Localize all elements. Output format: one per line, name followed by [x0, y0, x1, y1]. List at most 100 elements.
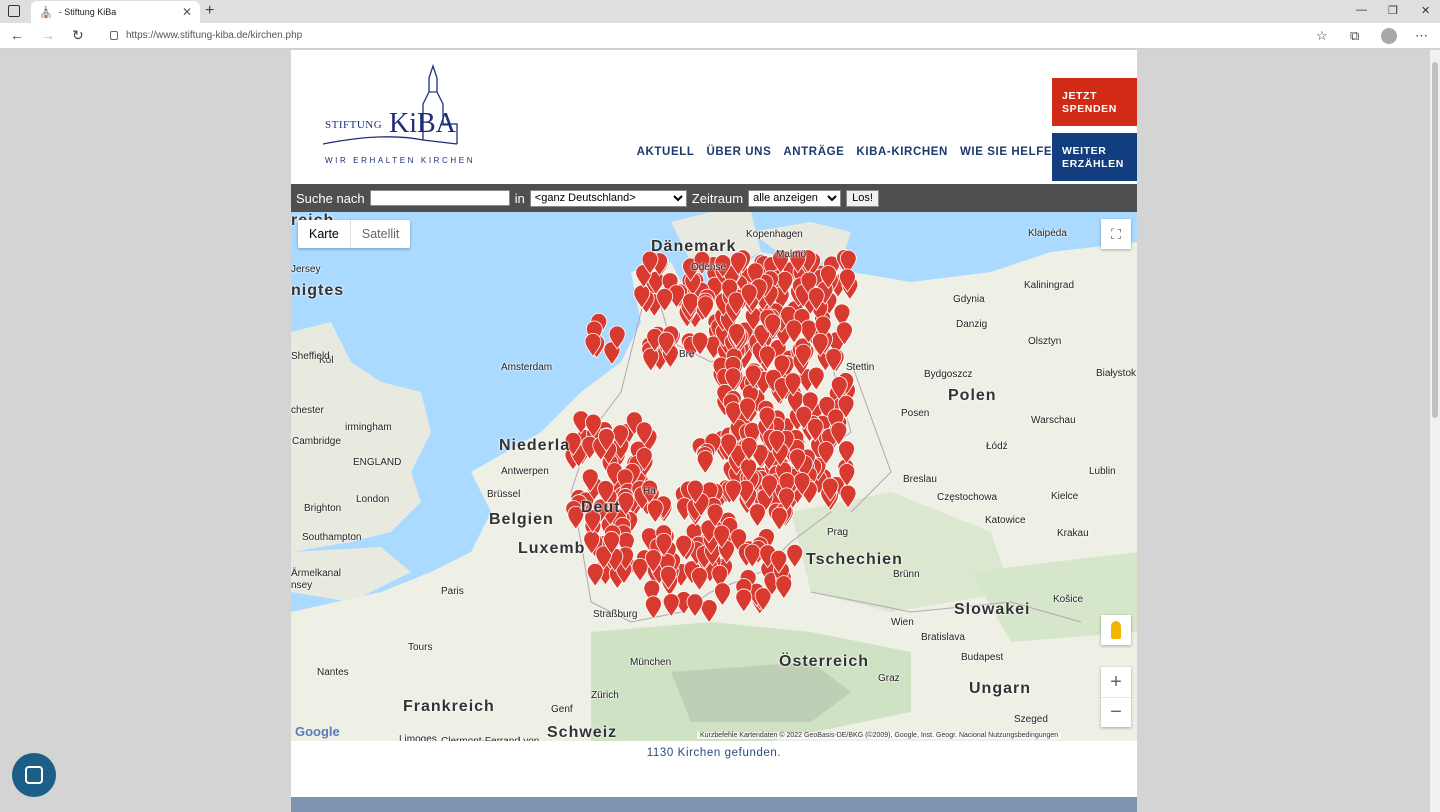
map-label: Warschau: [1031, 415, 1076, 426]
url-field[interactable]: https://www.stiftung-kiba.de/kirchen.php: [110, 30, 302, 41]
window-menu-icon[interactable]: [8, 5, 20, 17]
map-label: Bratislava: [921, 632, 965, 643]
minimize-icon[interactable]: —: [1356, 4, 1367, 16]
church-marker-icon[interactable]: [586, 562, 604, 587]
result-count: 1130 Kirchen gefunden.: [646, 747, 782, 759]
map-label: Brüssel: [487, 489, 521, 500]
church-marker-icon[interactable]: [700, 599, 718, 624]
map-label: Ha: [643, 486, 656, 497]
church-marker-icon[interactable]: [696, 450, 714, 475]
period-label: Zeitraum: [691, 190, 744, 206]
map-attribution[interactable]: Kurzbefehle Kartendaten © 2022 GeoBasis-…: [697, 732, 1062, 739]
church-map[interactable]: Dänemark Kopenhagen Malmö Odense Klaipėda Kal…: [291, 212, 1137, 741]
share-line2: ERZÄHLEN: [1062, 158, 1124, 170]
map-label: Österreich: [779, 653, 870, 670]
map-label: London: [356, 494, 390, 505]
nav-item-kiba-kirchen[interactable]: KIBA-KIRCHEN: [856, 146, 948, 158]
map-label: Nantes: [317, 667, 349, 678]
profile-avatar[interactable]: [1381, 28, 1397, 44]
church-marker-icon[interactable]: [775, 575, 793, 600]
page-container: STIFTUNG KiBA WIR ERHALTEN KIRCHEN AKTUE…: [291, 50, 1137, 812]
map-type-satellit[interactable]: Satellit: [349, 220, 411, 248]
in-label: in: [514, 190, 525, 206]
map-label: nsey: [291, 580, 313, 591]
nav-item-wie-sie-helfen[interactable]: WIE SIE HELFEN: [960, 146, 1061, 158]
nav-item-antraege[interactable]: ANTRÄGE: [783, 146, 844, 158]
map-label: Jersey: [291, 264, 321, 275]
kiba-logo[interactable]: STIFTUNG KiBA WIR ERHALTEN KIRCHEN: [323, 64, 472, 168]
share-line1: WEITER: [1062, 145, 1107, 157]
church-marker-icon[interactable]: [642, 347, 660, 372]
forward-icon[interactable]: →: [41, 27, 55, 43]
map-label: Clermont-Ferrand: [441, 736, 520, 741]
collections-icon[interactable]: ⧉: [1350, 28, 1359, 44]
scrollbar-thumb[interactable]: [1432, 62, 1438, 418]
church-marker-icon[interactable]: [662, 593, 680, 618]
church-marker-icon[interactable]: [825, 348, 843, 373]
map-label: Łódź: [986, 441, 1008, 452]
nav-item-aktuell[interactable]: AKTUELL: [637, 146, 695, 158]
map-label: Katowice: [985, 515, 1026, 526]
main-nav: AKTUELL ÜBER UNS ANTRÄGE KIBA-KIRCHEN WI…: [637, 146, 1061, 158]
share-button[interactable]: WEITER ERZÄHLEN: [1052, 133, 1137, 181]
page-scrollbar[interactable]: [1430, 50, 1440, 812]
back-icon[interactable]: ←: [10, 27, 24, 43]
church-markers-layer: [564, 248, 859, 624]
logo-stiftung: STIFTUNG: [325, 119, 383, 131]
donate-now-button[interactable]: JETZT SPENDEN: [1052, 78, 1137, 126]
tab-title: - Stiftung KiBa: [58, 7, 117, 17]
map-label: Dänemark: [651, 238, 737, 255]
street-view-pegman-icon[interactable]: [1101, 615, 1131, 645]
logo-kiba: KiBA: [389, 108, 456, 139]
favorite-star-icon[interactable]: ☆: [1316, 28, 1328, 44]
map-label: Brighton: [304, 503, 342, 514]
close-tab-icon[interactable]: ✕: [182, 5, 192, 19]
church-marker-icon[interactable]: [714, 582, 731, 607]
map-label: Straßburg: [593, 609, 638, 620]
zoom-in-button[interactable]: +: [1101, 667, 1131, 697]
chat-button[interactable]: [12, 753, 56, 797]
church-marker-icon[interactable]: [749, 503, 766, 528]
church-marker-icon[interactable]: [839, 484, 857, 509]
church-marker-icon[interactable]: [735, 588, 753, 613]
donate-line2: SPENDEN: [1062, 103, 1117, 115]
map-label: Malmö: [776, 249, 807, 260]
period-select[interactable]: alle anzeigen: [748, 189, 842, 207]
chat-icon: [25, 766, 43, 784]
nav-item-ueber-uns[interactable]: ÜBER UNS: [706, 146, 771, 158]
church-marker-icon[interactable]: [786, 544, 804, 569]
map-label: Tours: [408, 642, 433, 653]
map-label: Genf: [551, 704, 573, 715]
maximize-icon[interactable]: ❐: [1388, 4, 1398, 17]
more-menu-icon[interactable]: ⋯: [1415, 28, 1428, 44]
church-search-bar: Suche nach in <ganz Deutschland> Zeitrau…: [291, 184, 1137, 212]
zoom-out-button[interactable]: −: [1101, 697, 1131, 727]
church-marker-icon[interactable]: [770, 506, 788, 531]
close-window-icon[interactable]: ✕: [1421, 4, 1430, 17]
church-marker-icon[interactable]: [691, 567, 708, 592]
map-type-karte[interactable]: Karte: [298, 220, 350, 248]
region-select[interactable]: <ganz Deutschland>: [529, 189, 687, 207]
map-label: Paris: [441, 586, 464, 597]
church-marker-icon[interactable]: [631, 557, 649, 582]
map-label: Częstochowa: [937, 492, 998, 503]
new-tab-icon[interactable]: +: [205, 2, 214, 20]
search-input[interactable]: [369, 190, 510, 206]
map-label: Kaliningrad: [1024, 280, 1075, 291]
browser-tab[interactable]: ⛪ - Stiftung KiBa ✕: [31, 1, 200, 23]
map-label: Southampton: [302, 532, 362, 543]
map-label: irmingham: [345, 422, 392, 433]
donate-line1: JETZT: [1062, 90, 1098, 102]
map-label: ENGLAND: [353, 457, 402, 468]
map-label: Posen: [901, 408, 930, 419]
church-marker-icon[interactable]: [686, 593, 704, 618]
logo-tagline: WIR ERHALTEN KIRCHEN: [325, 156, 476, 165]
map-label: Belgien: [489, 511, 554, 528]
map-label: Amsterdam: [501, 362, 553, 373]
fullscreen-icon[interactable]: ⛶: [1101, 219, 1131, 249]
search-submit-button[interactable]: Los!: [846, 189, 879, 207]
church-marker-icon[interactable]: [644, 595, 662, 620]
google-logo[interactable]: Google: [295, 724, 340, 739]
reload-icon[interactable]: ↻: [72, 27, 84, 44]
map-label: Zürich: [591, 690, 619, 701]
